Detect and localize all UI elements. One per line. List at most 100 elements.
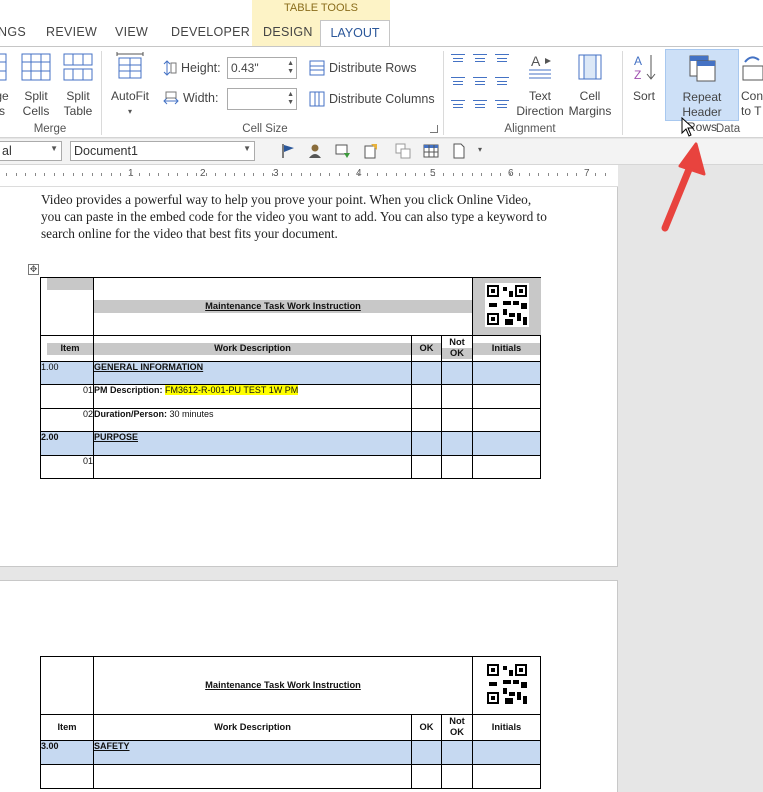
- repeat-header-rows-button[interactable]: Repeat Header Rows: [665, 49, 739, 134]
- table-row[interactable]: [40, 764, 541, 789]
- item-cell[interactable]: 1.00: [40, 361, 94, 385]
- column-header-description[interactable]: Work Description: [93, 714, 412, 741]
- header-title-cell[interactable]: Maintenance Task Work Instruction: [93, 656, 473, 715]
- ok-cell[interactable]: [411, 408, 442, 432]
- column-header-ok[interactable]: OK: [411, 335, 442, 362]
- align-bottom-center-icon[interactable]: [473, 100, 487, 111]
- ok-cell[interactable]: [411, 361, 442, 385]
- header-qr-cell[interactable]: [472, 277, 541, 336]
- tab-layout[interactable]: LAYOUT: [320, 20, 390, 47]
- align-center-icon[interactable]: [473, 77, 487, 88]
- width-spinner-icon[interactable]: ▲ ▼: [287, 91, 294, 107]
- note-icon[interactable]: [363, 143, 379, 159]
- flag-icon[interactable]: [280, 143, 296, 159]
- column-header-initials[interactable]: Initials: [472, 714, 541, 741]
- tab-view[interactable]: VIEW: [115, 25, 148, 39]
- initials-cell[interactable]: [472, 740, 541, 765]
- initials-cell[interactable]: [472, 455, 541, 479]
- distribute-columns-button[interactable]: Distribute Columns: [309, 91, 435, 107]
- header-title-cell[interactable]: Maintenance Task Work Instruction: [93, 277, 473, 336]
- item-cell[interactable]: [40, 764, 94, 789]
- tab-design[interactable]: DESIGN: [263, 25, 313, 39]
- description-cell[interactable]: PM Description: FM3612-R-001-PU TEST 1W …: [93, 384, 412, 409]
- header-logo-cell[interactable]: [40, 656, 94, 715]
- toolbar-overflow-icon[interactable]: ▾: [478, 145, 482, 154]
- cell-margins-button[interactable]: Cell Margins: [566, 52, 614, 119]
- ok-cell[interactable]: [411, 384, 442, 409]
- column-header-item[interactable]: Item: [40, 335, 94, 362]
- item-cell[interactable]: 3.00: [40, 740, 94, 765]
- description-cell[interactable]: Duration/Person: 30 minutes: [93, 408, 412, 432]
- initials-cell[interactable]: [472, 431, 541, 456]
- merge-cells-button[interactable]: ge s: [0, 52, 10, 119]
- initials-cell[interactable]: [472, 384, 541, 409]
- description-cell[interactable]: [93, 764, 412, 789]
- work-instruction-table-continued[interactable]: Maintenance Task Work Instruction Item W…: [40, 656, 541, 789]
- initials-cell[interactable]: [472, 408, 541, 432]
- document-combo[interactable]: Document1 ▼: [70, 141, 255, 161]
- copy-layout-icon[interactable]: [395, 143, 411, 159]
- ok-cell[interactable]: [411, 764, 442, 789]
- split-table-button[interactable]: Split Table: [60, 52, 96, 119]
- item-cell[interactable]: 01: [40, 455, 94, 479]
- align-bottom-left-icon[interactable]: [451, 100, 465, 111]
- not-ok-cell[interactable]: [441, 455, 473, 479]
- description-cell[interactable]: [93, 455, 412, 479]
- not-ok-cell[interactable]: [441, 384, 473, 409]
- column-header-item[interactable]: Item: [40, 714, 94, 741]
- table-row[interactable]: 1.00 GENERAL INFORMATION: [40, 361, 541, 385]
- initials-cell[interactable]: [472, 361, 541, 385]
- table-grid-icon[interactable]: [423, 143, 439, 159]
- not-ok-cell[interactable]: [441, 431, 473, 456]
- item-cell[interactable]: 2.00: [40, 431, 94, 456]
- ok-cell[interactable]: [411, 455, 442, 479]
- horizontal-ruler[interactable]: 1 2 3 4 5 6 7: [0, 165, 618, 187]
- height-spinner-icon[interactable]: ▲ ▼: [287, 60, 294, 76]
- cell-size-dialog-launcher-icon[interactable]: [430, 125, 438, 133]
- not-ok-cell[interactable]: [441, 361, 473, 385]
- header-qr-cell[interactable]: [472, 656, 541, 715]
- convert-to-text-button[interactable]: Con to T: [741, 52, 763, 119]
- sort-button[interactable]: AZ Sort: [627, 52, 661, 104]
- ok-cell[interactable]: [411, 431, 442, 456]
- column-header-not-ok[interactable]: Not OK: [441, 335, 473, 362]
- text-direction-button[interactable]: A Text Direction: [513, 52, 567, 119]
- column-header-initials[interactable]: Initials: [472, 335, 541, 362]
- column-header-ok[interactable]: OK: [411, 714, 442, 741]
- tab-developer[interactable]: DEVELOPER: [171, 25, 250, 39]
- table-row[interactable]: 2.00 PURPOSE: [40, 431, 541, 456]
- distribute-rows-button[interactable]: Distribute Rows: [309, 60, 417, 76]
- table-row[interactable]: 01 PM Description: FM3612-R-001-PU TEST …: [40, 384, 541, 409]
- item-cell[interactable]: 02: [40, 408, 94, 432]
- table-row[interactable]: 02 Duration/Person: 30 minutes: [40, 408, 541, 432]
- column-header-not-ok[interactable]: Not OK: [441, 714, 473, 741]
- item-cell[interactable]: 01: [40, 384, 94, 409]
- align-center-right-icon[interactable]: [495, 77, 509, 88]
- align-top-left-icon[interactable]: [451, 54, 465, 65]
- table-row[interactable]: 3.00 SAFETY: [40, 740, 541, 765]
- ok-cell[interactable]: [411, 740, 442, 765]
- not-ok-cell[interactable]: [441, 764, 473, 789]
- style-combo[interactable]: al ▼: [0, 141, 62, 161]
- table-move-handle-icon[interactable]: ✥: [28, 264, 39, 275]
- comment-arrow-icon[interactable]: [335, 143, 351, 159]
- height-input[interactable]: 0.43" ▲ ▼: [227, 57, 297, 79]
- tab-mailings[interactable]: NGS: [0, 25, 26, 39]
- header-logo-cell[interactable]: [40, 277, 94, 336]
- description-cell[interactable]: GENERAL INFORMATION: [93, 361, 412, 385]
- align-top-right-icon[interactable]: [495, 54, 509, 65]
- new-page-icon[interactable]: [451, 143, 467, 159]
- description-cell[interactable]: SAFETY: [93, 740, 412, 765]
- table-row[interactable]: 01: [40, 455, 541, 479]
- description-cell[interactable]: PURPOSE: [93, 431, 412, 456]
- tab-review[interactable]: REVIEW: [46, 25, 97, 39]
- width-input[interactable]: ▲ ▼: [227, 88, 297, 110]
- initials-cell[interactable]: [472, 764, 541, 789]
- column-header-description[interactable]: Work Description: [93, 335, 412, 362]
- not-ok-cell[interactable]: [441, 740, 473, 765]
- work-instruction-table[interactable]: Maintenance Task Work Instruction Item W…: [40, 277, 541, 479]
- not-ok-cell[interactable]: [441, 408, 473, 432]
- align-center-left-icon[interactable]: [451, 77, 465, 88]
- split-cells-button[interactable]: Split Cells: [18, 52, 54, 119]
- align-bottom-right-icon[interactable]: [495, 100, 509, 111]
